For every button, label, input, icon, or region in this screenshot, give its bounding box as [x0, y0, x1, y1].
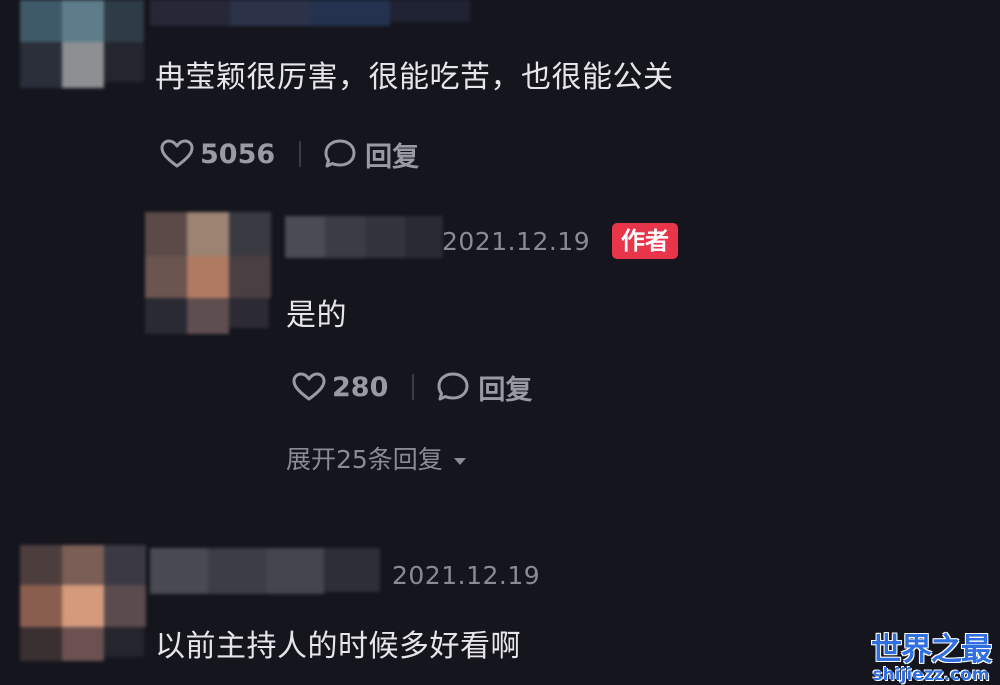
divider — [299, 141, 302, 167]
avatar[interactable] — [20, 0, 150, 90]
reply-actions: 280 回复 — [292, 368, 532, 406]
comment-date: 2021.12.19 — [442, 227, 591, 256]
avatar[interactable] — [20, 545, 150, 665]
avatar[interactable] — [145, 212, 285, 337]
site-watermark: 世界之最 shijiezz.com — [868, 624, 994, 685]
reply-button[interactable]: 回复 — [478, 368, 532, 407]
comment-text: 以前主持人的时候多好看啊 — [155, 629, 521, 664]
reply-button[interactable]: 回复 — [365, 135, 419, 174]
like-count: 5056 — [200, 138, 276, 170]
author-badge: 作者 — [612, 223, 678, 259]
speech-bubble-icon[interactable] — [323, 138, 357, 170]
heart-outline-icon[interactable] — [292, 372, 326, 402]
expand-replies-label: 展开25条回复 — [286, 445, 443, 474]
username[interactable] — [150, 0, 480, 30]
expand-replies-button[interactable]: 展开25条回复 — [286, 440, 467, 476]
watermark-title: 世界之最 — [871, 632, 992, 668]
comment-text: 冉莹颖很厉害，很能吃苦，也很能公关 — [155, 60, 674, 95]
reply-text: 是的 — [286, 298, 347, 333]
watermark-url: shijiezz.com — [872, 665, 990, 685]
divider — [412, 374, 415, 400]
speech-bubble-icon[interactable] — [436, 371, 470, 403]
username[interactable] — [150, 548, 385, 598]
comment-date: 2021.12.19 — [392, 561, 541, 590]
heart-outline-icon[interactable] — [160, 139, 194, 169]
like-count: 280 — [332, 371, 389, 403]
username[interactable] — [285, 216, 445, 262]
caret-down-icon — [453, 444, 467, 473]
comment-actions: 5056 回复 — [160, 135, 419, 173]
